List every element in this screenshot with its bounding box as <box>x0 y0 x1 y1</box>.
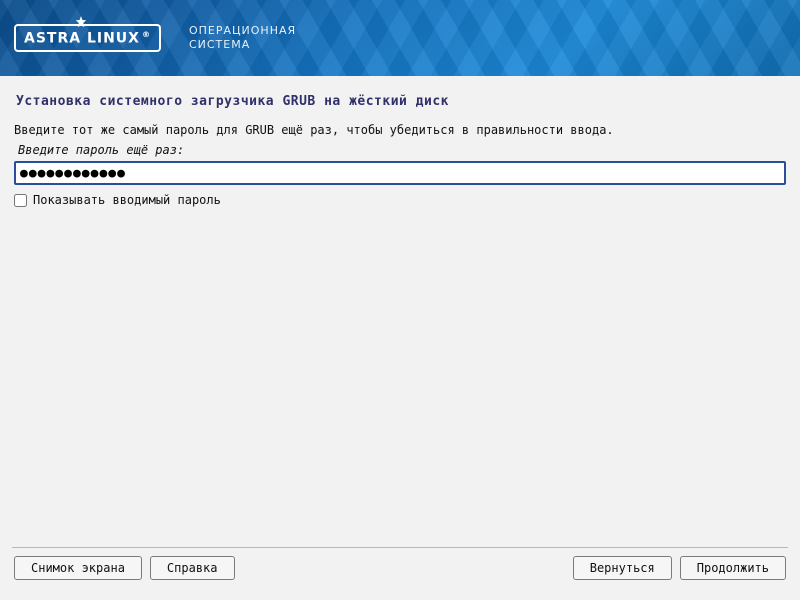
spacer <box>12 207 788 547</box>
help-button[interactable]: Справка <box>150 556 235 580</box>
password-field-wrap <box>14 161 786 185</box>
password-input[interactable] <box>14 161 786 185</box>
footer-bar: Снимок экрана Справка Вернуться Продолжи… <box>12 556 788 592</box>
footer-divider <box>12 547 788 548</box>
astra-logo: ASTRA LINUX® <box>14 24 161 53</box>
logo-frame: ASTRA LINUX® <box>14 24 161 53</box>
header-subtitle: ОПЕРАЦИОННАЯ СИСТЕМА <box>189 24 296 53</box>
continue-button[interactable]: Продолжить <box>680 556 786 580</box>
star-icon <box>74 15 88 29</box>
header-subtitle-line2: СИСТЕМА <box>189 38 296 52</box>
screenshot-button[interactable]: Снимок экрана <box>14 556 142 580</box>
instruction-text: Введите тот же самый пароль для GRUB ещё… <box>14 123 788 137</box>
header-banner: ASTRA LINUX® ОПЕРАЦИОННАЯ СИСТЕМА <box>0 0 800 76</box>
password-prompt: Введите пароль ещё раз: <box>18 143 788 157</box>
header-subtitle-line1: ОПЕРАЦИОННАЯ <box>189 24 296 38</box>
installer-panel: Установка системного загрузчика GRUB на … <box>0 76 800 600</box>
logo-text: ASTRA LINUX <box>24 30 140 46</box>
page-title: Установка системного загрузчика GRUB на … <box>16 94 788 109</box>
logo-registered: ® <box>142 30 151 39</box>
show-password-row[interactable]: Показывать вводимый пароль <box>14 193 788 207</box>
back-button[interactable]: Вернуться <box>573 556 672 580</box>
show-password-label: Показывать вводимый пароль <box>33 193 221 207</box>
show-password-checkbox[interactable] <box>14 194 27 207</box>
footer-gap <box>243 556 565 580</box>
